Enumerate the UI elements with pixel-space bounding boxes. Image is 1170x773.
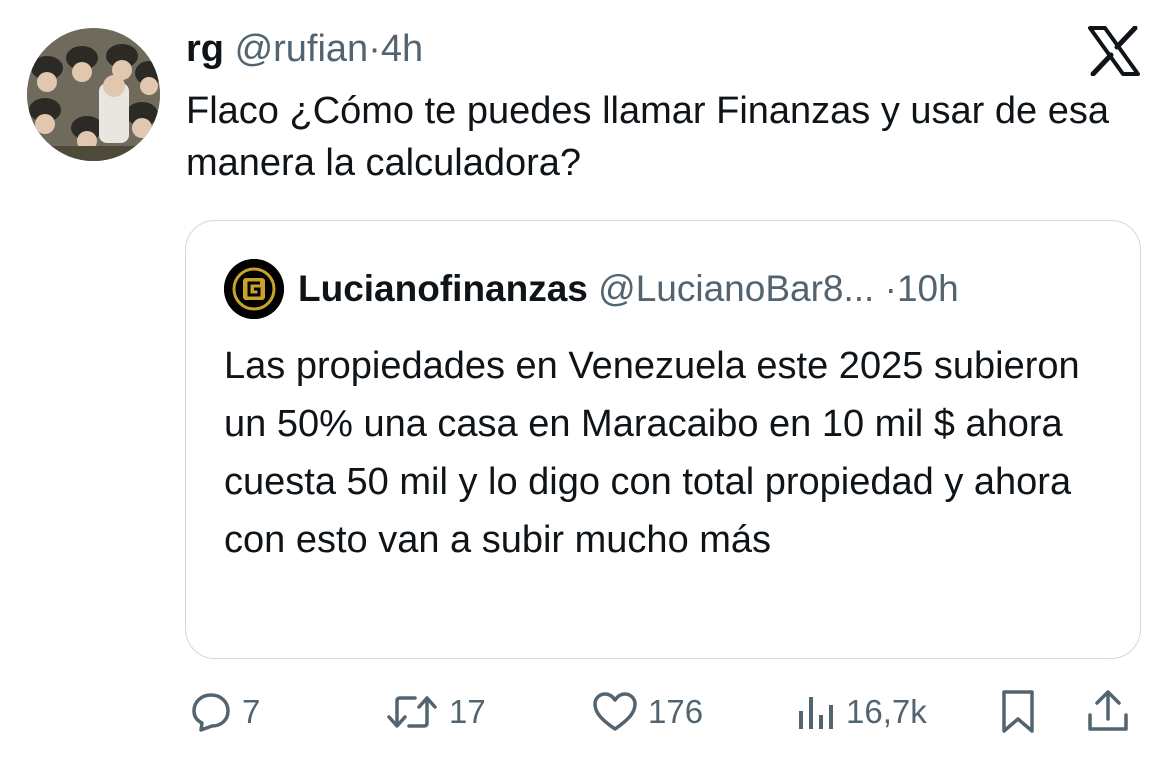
quote-author-avatar[interactable]: [224, 259, 284, 319]
quote-author-name[interactable]: Lucianofinanzas: [298, 268, 588, 309]
gold-g-logo-icon: [224, 259, 284, 319]
heart-icon: [593, 692, 637, 731]
share-button[interactable]: [1086, 688, 1130, 736]
quote-time[interactable]: 10h: [897, 268, 959, 309]
avatar-photo: [27, 28, 160, 161]
reply-count: 7: [242, 693, 261, 730]
author-avatar[interactable]: [27, 28, 160, 161]
share-icon: [1088, 690, 1128, 731]
like-button[interactable]: 176: [592, 688, 703, 736]
views-count: 16,7k: [846, 693, 927, 730]
views-chart-icon: [799, 697, 833, 729]
quoted-tweet[interactable]: Lucianofinanzas @LucianoBar8... ·10h Las…: [185, 220, 1141, 659]
tweet-text: Flaco ¿Cómo te puedes llamar Finanzas y …: [186, 90, 1109, 184]
retweet-count: 17: [449, 693, 486, 730]
bookmark-icon: [1002, 690, 1034, 733]
quote-header-separator: ·: [884, 268, 897, 309]
reply-button[interactable]: 7: [190, 688, 260, 736]
quote-header: Lucianofinanzas @LucianoBar8... ·10h: [298, 264, 959, 314]
retweet-button[interactable]: 17: [385, 688, 486, 736]
bookmark-button[interactable]: [998, 688, 1038, 736]
tweet-time[interactable]: 4h: [381, 28, 423, 70]
views-button[interactable]: 16,7k: [796, 688, 927, 736]
author-name[interactable]: rg: [186, 28, 224, 70]
x-logo-icon: [1088, 25, 1140, 77]
quote-author-handle[interactable]: @LucianoBar8...: [598, 268, 874, 309]
tweet-header: rg @rufian·4h: [186, 24, 423, 74]
like-count: 176: [648, 693, 704, 730]
reply-icon: [192, 693, 230, 732]
retweet-icon: [387, 696, 437, 728]
header-separator: ·: [368, 28, 381, 70]
quote-text: Las propiedades en Venezuela este 2025 s…: [224, 345, 1080, 561]
author-handle[interactable]: @rufian: [235, 28, 369, 70]
